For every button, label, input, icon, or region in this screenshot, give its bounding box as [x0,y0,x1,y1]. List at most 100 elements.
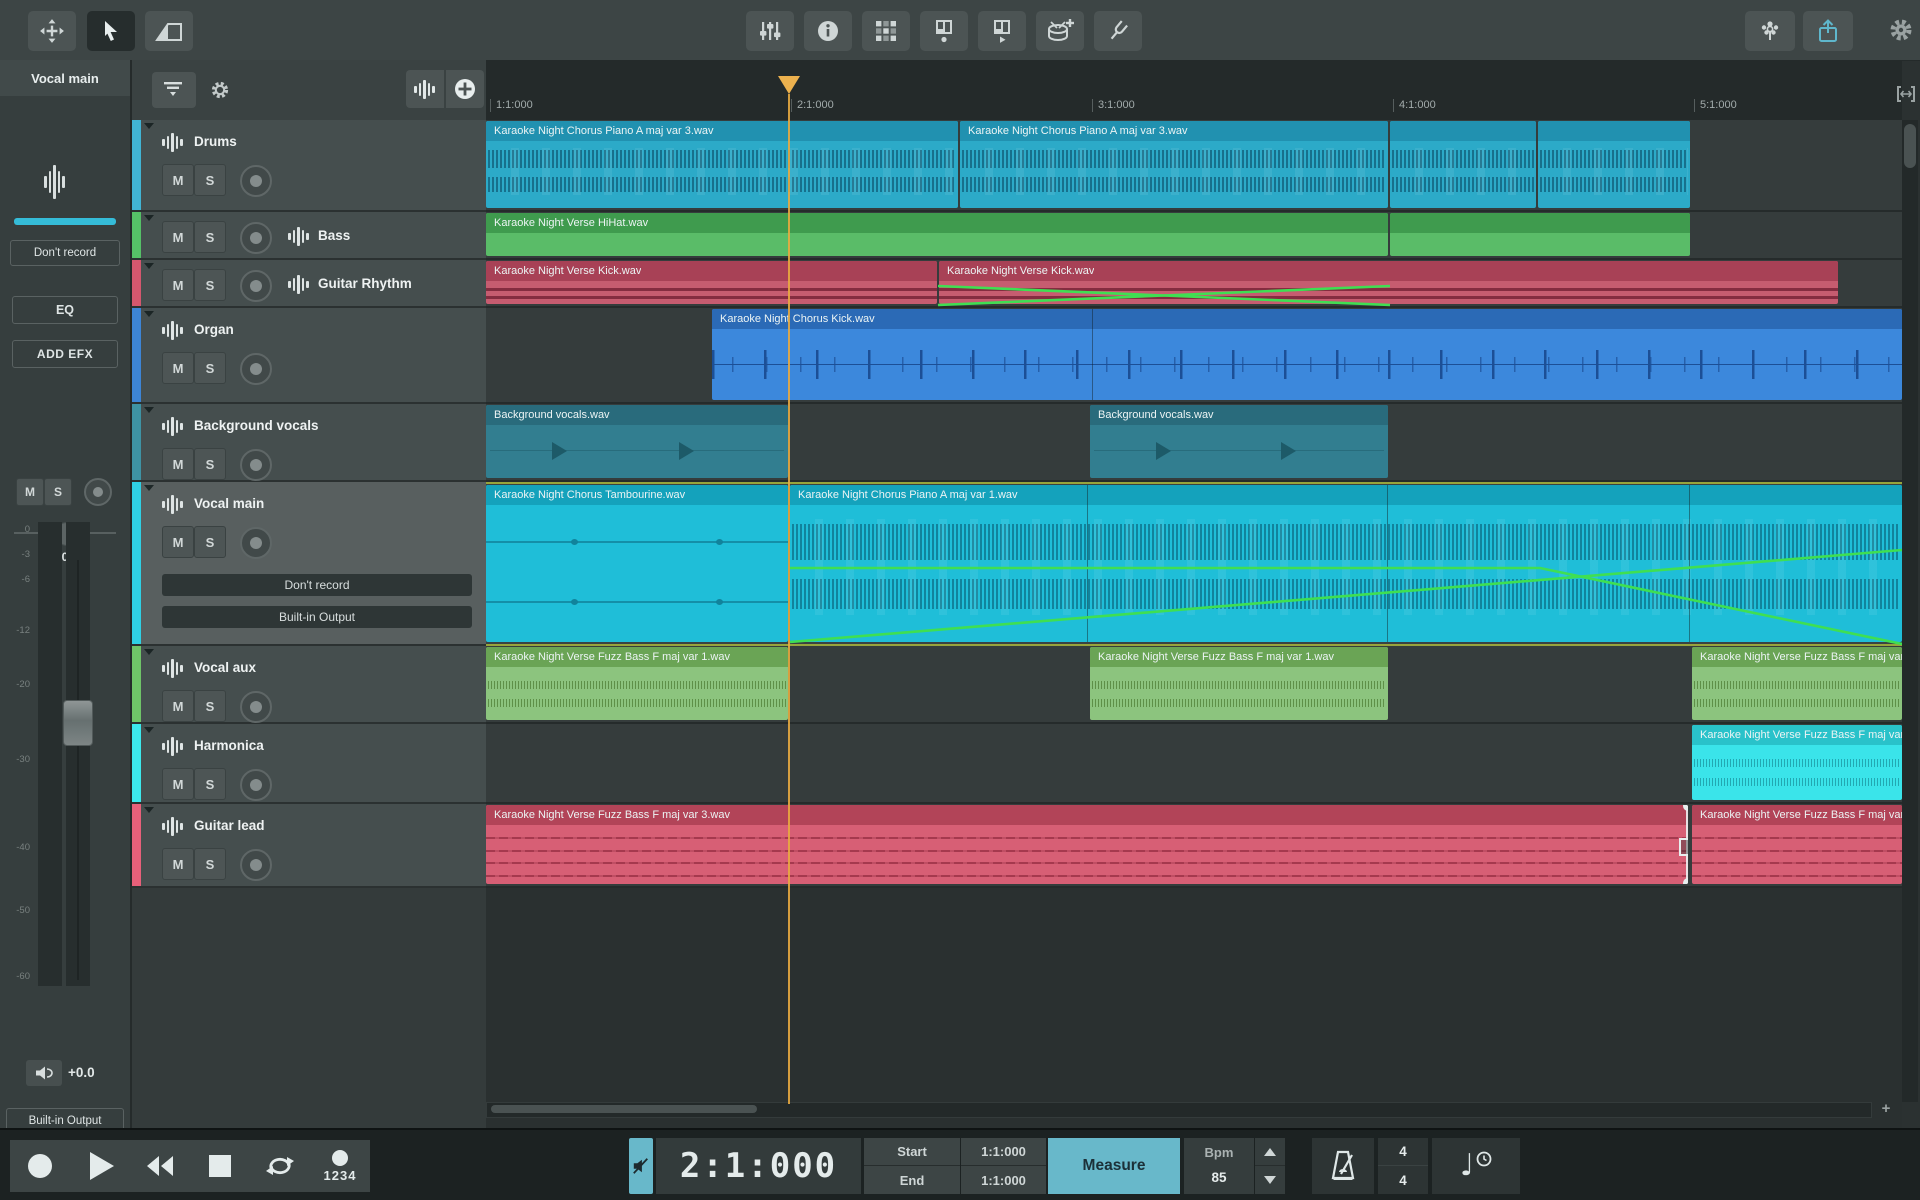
horizontal-scrollbar[interactable] [486,1102,1872,1118]
track-solo-button[interactable]: S [194,269,226,301]
fader-thumb[interactable] [63,700,93,746]
audio-clip[interactable]: Karaoke Night Verse Kick.wav [939,261,1838,304]
gain-value[interactable]: +0.0 [68,1065,95,1080]
audio-clip[interactable] [1390,121,1536,208]
track-mute-button[interactable]: M [162,690,194,722]
track-header-vocal-aux[interactable]: Vocal aux M S [132,646,486,724]
add-drum-button[interactable] [1036,11,1084,51]
track-header-organ[interactable]: Organ M S [132,308,486,404]
info-button[interactable] [804,11,852,51]
track-record-button[interactable] [240,527,272,559]
track-solo-button[interactable]: S [194,448,226,480]
add-efx-button[interactable]: ADD EFX [12,340,118,368]
gain-speaker-button[interactable] [26,1060,62,1086]
track-header-background-vocals[interactable]: Background vocals M S [132,404,486,482]
timeline-ruler[interactable]: 1:1:000 2:1:000 3:1:000 4:1:000 5:1:000 [486,60,1902,122]
track-mute-button[interactable]: M [162,352,194,384]
track-output-button[interactable]: Built-in Output [162,606,472,628]
share-button[interactable] [1803,11,1853,51]
bpm-up-button[interactable] [1255,1138,1285,1166]
track-record-button[interactable] [240,449,272,481]
collapse-triangle-icon[interactable] [144,215,154,221]
time-sig-numerator[interactable]: 4 [1378,1138,1428,1166]
track-dont-record-button[interactable]: Don't record [162,574,472,596]
collapse-triangle-icon[interactable] [144,263,154,269]
audio-clip[interactable]: Karaoke Night Chorus Piano A maj var 3.w… [960,121,1388,208]
audio-clip[interactable]: Karaoke Night Chorus Kick.wav [712,309,1902,400]
audio-clip[interactable]: Karaoke Night Verse HiHat.wav [486,213,1388,256]
move-tool-button[interactable] [28,11,76,51]
piano-roll-play-button[interactable] [978,11,1026,51]
arm-record-button[interactable] [84,478,112,506]
track-solo-button[interactable]: S [194,690,226,722]
track-record-button[interactable] [240,849,272,881]
bpm-block[interactable]: Bpm 85 [1184,1138,1254,1194]
collapse-triangle-icon[interactable] [144,311,154,317]
track-mute-button[interactable]: M [162,848,194,880]
track-solo-button[interactable]: S [194,352,226,384]
track-filter-button[interactable] [152,72,196,108]
track-mute-button[interactable]: M [162,526,194,558]
track-record-button[interactable] [240,769,272,801]
track-mute-button[interactable]: M [162,221,194,253]
collapse-triangle-icon[interactable] [144,649,154,655]
time-signature-block[interactable]: 4 4 [1378,1138,1428,1194]
playhead-marker[interactable] [778,76,800,94]
audio-clip[interactable]: Background vocals.wav [1090,405,1388,478]
mute-button[interactable]: M [16,478,44,506]
collapse-triangle-icon[interactable] [144,485,154,491]
track-record-button[interactable] [240,691,272,723]
track-solo-button[interactable]: S [194,164,226,196]
track-record-button[interactable] [240,270,272,302]
track-mute-button[interactable]: M [162,164,194,196]
play-button[interactable] [70,1140,131,1192]
track-header-drums[interactable]: Drums M S [132,120,486,212]
vertical-scrollbar[interactable] [1902,120,1918,1102]
record-button[interactable] [10,1140,71,1192]
track-mute-button[interactable]: M [162,448,194,480]
track-solo-button[interactable]: S [194,768,226,800]
mixer-button[interactable] [746,11,794,51]
track-record-button[interactable] [240,165,272,197]
mic-setup-button[interactable] [1745,11,1795,51]
loop-button[interactable] [250,1140,311,1192]
measure-mode-button[interactable]: Measure [1048,1138,1180,1194]
dont-record-button[interactable]: Don't record [10,240,120,266]
audio-clip[interactable]: Karaoke Night Verse Fuzz Bass F maj var … [486,805,1688,884]
audio-clip[interactable]: Karaoke Night Verse Fuzz Bass F maj var … [1090,647,1388,720]
track-mute-button[interactable]: M [162,768,194,800]
audio-track-button[interactable] [406,70,444,108]
fade-tool-button[interactable] [145,11,193,51]
select-tool-button[interactable] [87,11,135,51]
clip-resize-handle[interactable] [1679,837,1688,856]
tuner-button[interactable] [1094,11,1142,51]
collapse-triangle-icon[interactable] [144,807,154,813]
audio-clip[interactable]: Karaoke Night Verse Kick.wav [486,261,937,304]
time-sig-denominator[interactable]: 4 [1378,1166,1428,1194]
track-solo-button[interactable]: S [194,848,226,880]
audio-clip[interactable]: Karaoke Night Chorus Tambourine.wav [486,485,788,642]
audio-clip[interactable] [1390,213,1690,256]
piano-roll-button[interactable] [920,11,968,51]
start-value[interactable]: 1:1:000 [961,1138,1046,1166]
track-solo-button[interactable]: S [194,221,226,253]
horizontal-scrollbar-thumb[interactable] [491,1105,757,1113]
metronome-button[interactable] [1312,1138,1374,1194]
collapse-triangle-icon[interactable] [144,123,154,129]
track-header-harmonica[interactable]: Harmonica M S [132,724,486,804]
audio-clip[interactable]: Karaoke Night Chorus Piano A maj var 3.w… [486,121,958,208]
fit-width-button[interactable] [1896,84,1918,110]
collapse-triangle-icon[interactable] [144,407,154,413]
bpm-value[interactable]: 85 [1184,1170,1254,1185]
audio-clip[interactable]: Karaoke Night Verse Fuzz Bass F maj var … [1692,805,1902,884]
track-header-bass[interactable]: M S Bass [132,212,486,260]
settings-button[interactable] [1889,18,1913,47]
pattern-grid-button[interactable] [862,11,910,51]
track-record-button[interactable] [240,353,272,385]
audio-clip[interactable]: Background vocals.wav [486,405,788,478]
solo-button[interactable]: S [44,478,72,506]
audio-clip[interactable]: Karaoke Night Verse Fuzz Bass F maj var … [1692,647,1902,720]
audio-clip[interactable]: Karaoke Night Verse Fuzz Bass F maj var … [1692,725,1902,800]
add-track-button[interactable] [446,70,484,108]
track-solo-button[interactable]: S [194,526,226,558]
